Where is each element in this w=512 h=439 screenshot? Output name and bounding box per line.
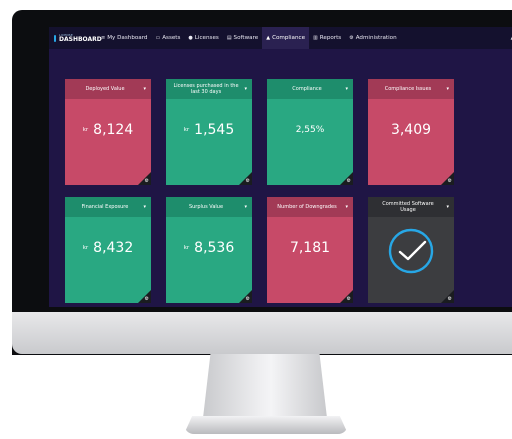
tile-number: 8,536 — [194, 240, 235, 256]
software-icon: ▤ — [226, 35, 232, 41]
tile-header: Compliance Issues ▾ — [368, 79, 454, 99]
tile-deployed-value[interactable]: Deployed Value ▾ kr 8,124 ⚙ — [65, 79, 151, 185]
tile-currency: kr — [82, 245, 89, 251]
tile-value: 2,55% — [267, 115, 353, 145]
gear-icon[interactable]: ⚙ — [448, 178, 452, 184]
nav-item-assets[interactable]: ▭ Assets — [151, 27, 184, 49]
nav-item-label: Software — [233, 35, 259, 41]
license-icon: ● — [188, 35, 193, 41]
nav-item-licenses[interactable]: ● Licenses — [184, 27, 222, 49]
chevron-down-icon[interactable]: ▾ — [345, 204, 348, 210]
tile-title: Licenses purchased in the last 30 days — [173, 82, 239, 95]
logo-text: LICENSE DASHBOARD — [59, 33, 102, 43]
tile-header: Licenses purchased in the last 30 days ▾ — [166, 79, 252, 99]
tile-number: 7,181 — [289, 240, 331, 256]
gear-icon: ⚙ — [349, 35, 354, 41]
nav-item-reports[interactable]: ▥ Reports — [309, 27, 345, 49]
nav-item-administration[interactable]: ⚙ Administration — [345, 27, 400, 49]
tile-surplus-value[interactable]: Surplus Value ▾ kr 8,536 ⚙ — [166, 197, 252, 303]
logo-big-text: DASHBOARD — [59, 35, 102, 43]
tile-header: Surplus Value ▾ — [166, 197, 252, 217]
tile-value: 3,409 — [368, 115, 454, 145]
nav-item-label: Licenses — [194, 35, 219, 41]
gear-icon[interactable]: ⚙ — [347, 296, 351, 302]
gear-icon[interactable]: ⚙ — [145, 178, 149, 184]
gear-icon[interactable]: ⚙ — [246, 296, 250, 302]
monitor-icon: ▭ — [155, 35, 161, 41]
chevron-down-icon[interactable]: ▾ — [244, 204, 247, 210]
gear-icon[interactable]: ⚙ — [347, 178, 351, 184]
nav-item-label: My Dashboard — [107, 35, 148, 41]
tile-compliance[interactable]: Compliance ▾ 2,55% ⚙ — [267, 79, 353, 185]
gear-icon[interactable]: ⚙ — [145, 296, 149, 302]
nav-item-label: Reports — [319, 35, 342, 41]
nav-item-label: Administration — [355, 35, 397, 41]
tile-number: 8,432 — [93, 240, 134, 256]
chevron-down-icon[interactable]: ▾ — [446, 204, 449, 210]
tile-title: Compliance — [292, 85, 322, 92]
checkmark-circle-icon — [388, 228, 434, 274]
nav-item-compliance[interactable]: ▲ Compliance — [262, 27, 310, 49]
tile-compliance-issues[interactable]: Compliance Issues ▾ 3,409 ⚙ — [368, 79, 454, 185]
monitor-stand-neck — [203, 354, 327, 418]
menu-icon: ≡ — [101, 35, 106, 41]
tile-header: Number of Downgrades ▾ — [267, 197, 353, 217]
monitor-chin — [12, 312, 512, 354]
tile-header: Financial Exposure ▾ — [65, 197, 151, 217]
monitor-stand-base — [184, 416, 348, 434]
user-menu[interactable]: ▲ ▾ — [507, 27, 512, 49]
tile-value: kr 8,124 — [65, 115, 151, 145]
tile-title: Number of Downgrades — [277, 203, 337, 210]
tile-header: Compliance ▾ — [267, 79, 353, 99]
tile-value: kr 8,536 — [166, 233, 252, 263]
chevron-down-icon[interactable]: ▾ — [446, 86, 449, 92]
tile-title: Surplus Value — [188, 203, 224, 210]
tile-title: Financial Exposure — [81, 203, 129, 210]
tile-value: 7,181 — [267, 233, 353, 263]
tile-currency: kr — [82, 127, 89, 133]
tile-title: Compliance Issues — [384, 85, 432, 92]
tile-title: Committed Software Usage — [382, 200, 434, 213]
tile-committed-software-usage[interactable]: Committed Software Usage ▾ ⚙ — [368, 197, 454, 303]
chart-icon: ▥ — [313, 35, 318, 41]
nav-item-software[interactable]: ▤ Software — [223, 27, 262, 49]
nav-item-label: Compliance — [272, 35, 306, 41]
chevron-down-icon[interactable]: ▾ — [345, 86, 348, 92]
chevron-down-icon[interactable]: ▾ — [244, 86, 247, 92]
tile-value: kr 1,545 — [166, 115, 252, 145]
nav-item-label: Assets — [162, 35, 181, 41]
monitor-frame: LICENSE DASHBOARD ≡ My Dashboard ▭ Asset… — [12, 10, 512, 355]
tile-number: 1,545 — [194, 122, 235, 138]
tile-number: 8,124 — [93, 122, 134, 138]
tile-title: Deployed Value — [85, 85, 125, 92]
top-nav-bar: LICENSE DASHBOARD ≡ My Dashboard ▭ Asset… — [49, 27, 512, 49]
warning-icon: ▲ — [266, 35, 271, 41]
tile-number-of-downgrades[interactable]: Number of Downgrades ▾ 7,181 ⚙ — [267, 197, 353, 303]
dashboard-screen: LICENSE DASHBOARD ≡ My Dashboard ▭ Asset… — [49, 27, 512, 307]
tile-financial-exposure[interactable]: Financial Exposure ▾ kr 8,432 ⚙ — [65, 197, 151, 303]
gear-icon[interactable]: ⚙ — [246, 178, 250, 184]
tile-number: 2,55% — [295, 125, 325, 135]
tile-value: kr 8,432 — [65, 233, 151, 263]
tile-number: 3,409 — [390, 122, 432, 138]
chevron-down-icon[interactable]: ▾ — [143, 86, 146, 92]
tile-licenses-purchased[interactable]: Licenses purchased in the last 30 days ▾… — [166, 79, 252, 185]
chevron-down-icon[interactable]: ▾ — [143, 204, 146, 210]
logo-mark-icon — [54, 34, 56, 42]
tile-header: Deployed Value ▾ — [65, 79, 151, 99]
tile-currency: kr — [183, 245, 190, 251]
app-logo[interactable]: LICENSE DASHBOARD — [49, 27, 102, 49]
gear-icon[interactable]: ⚙ — [448, 296, 452, 302]
tile-header: Committed Software Usage ▾ — [368, 197, 454, 217]
nav-item-my-dashboard[interactable]: ≡ My Dashboard — [97, 27, 151, 49]
tile-currency: kr — [183, 127, 190, 133]
